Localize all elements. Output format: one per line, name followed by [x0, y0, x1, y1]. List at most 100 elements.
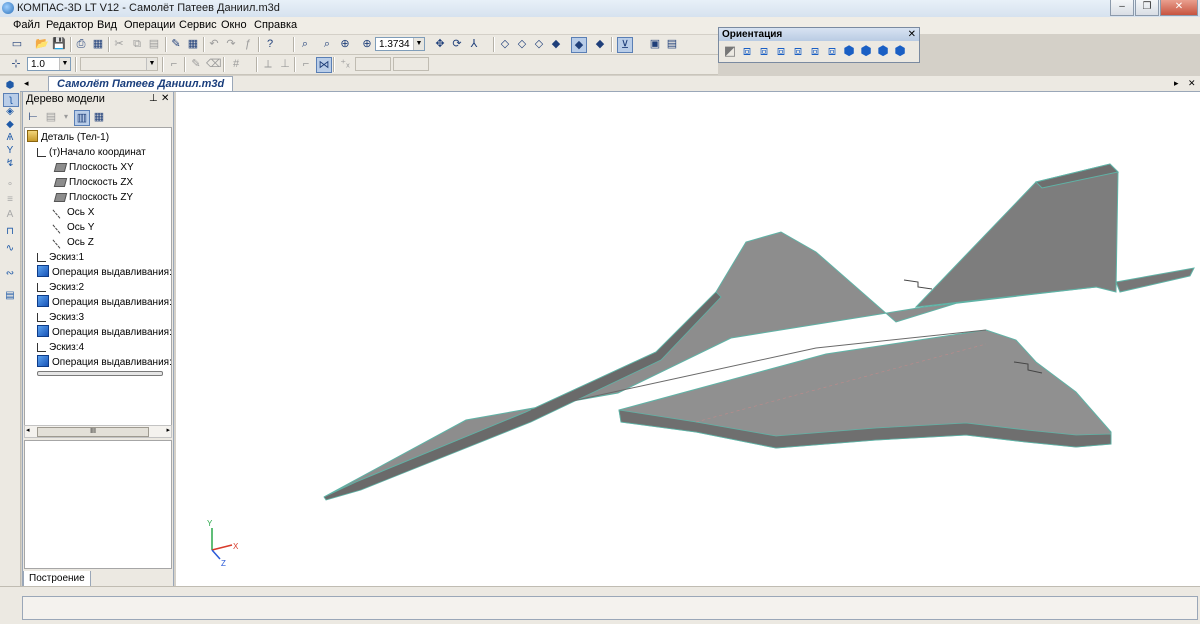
specification-icon[interactable]: ∾: [3, 268, 17, 280]
filters-icon[interactable]: Y: [3, 145, 17, 157]
point-icon[interactable]: ∘: [3, 179, 17, 191]
right-view-icon[interactable]: ⧈: [825, 44, 839, 58]
snap-icon[interactable]: ⌐: [299, 57, 313, 71]
tree-node-extrude-2[interactable]: Операция выдавливания:2: [37, 295, 171, 310]
thin-hidden-lines-icon[interactable]: ◇: [532, 37, 546, 51]
save-icon[interactable]: 💾: [52, 37, 66, 51]
grid-icon[interactable]: #: [229, 57, 243, 71]
maximize-button[interactable]: ❐: [1135, 0, 1159, 16]
chevron-down-icon[interactable]: ▼: [59, 58, 70, 70]
edit-sketch-icon[interactable]: ✎: [189, 57, 203, 71]
coord-y-field[interactable]: [393, 57, 429, 71]
tree-node-plane-xy[interactable]: Плоскость XY: [53, 160, 134, 175]
front-view-icon[interactable]: ⧈: [740, 44, 754, 58]
rotate-icon[interactable]: ⟳: [450, 37, 464, 51]
dimensions-icon[interactable]: Ѧ: [3, 132, 17, 144]
tree-node-origin[interactable]: (т)Начало координат: [37, 145, 146, 160]
hidden-lines-icon[interactable]: ◇: [515, 37, 529, 51]
menu-window[interactable]: Окно: [221, 19, 247, 31]
tree-hscrollbar[interactable]: ◂ III ▸: [24, 425, 172, 438]
menu-operations[interactable]: Операции: [124, 19, 175, 31]
step-icon[interactable]: ⊹: [9, 57, 23, 71]
select-icon[interactable]: ⌐: [167, 57, 181, 71]
report-icon[interactable]: ▤: [3, 290, 17, 302]
tree-node-axis-x[interactable]: Ось X: [52, 204, 94, 220]
coords-icon[interactable]: ⁺ₓ: [338, 57, 352, 71]
text-icon[interactable]: A: [3, 209, 17, 221]
help-pointer-icon[interactable]: ?: [263, 37, 277, 51]
properties-icon[interactable]: ✎: [169, 37, 183, 51]
halftone-icon[interactable]: ◆: [549, 37, 563, 51]
zoom-window-icon[interactable]: ⌕: [320, 37, 334, 51]
open-file-icon[interactable]: 📂: [35, 37, 49, 51]
tab-scroll-right-icon[interactable]: ▸: [1174, 76, 1179, 90]
redo-icon[interactable]: ↷: [224, 37, 238, 51]
menu-help[interactable]: Справка: [254, 19, 297, 31]
tree-relations-icon[interactable]: ▦: [92, 110, 106, 124]
dimetric-icon[interactable]: ⬢: [893, 44, 907, 58]
close-icon[interactable]: ✕: [908, 28, 916, 41]
zoom-scale-icon[interactable]: ⊕: [360, 37, 374, 51]
coord-x-field[interactable]: [355, 57, 391, 71]
close-button[interactable]: ✕: [1160, 0, 1198, 16]
layer-combo[interactable]: ▼: [80, 57, 158, 71]
new-file-icon[interactable]: ▭: [10, 37, 24, 51]
editing-operations-icon[interactable]: ⬢: [3, 80, 17, 92]
isometric-zxy-icon[interactable]: ⬢: [876, 44, 890, 58]
tree-structure-icon[interactable]: ⊢: [26, 110, 40, 124]
isometric-yzx-icon[interactable]: ⬢: [859, 44, 873, 58]
zoom-in-icon[interactable]: ⊕: [338, 37, 352, 51]
tree-node-sketch-1[interactable]: Эскиз:1: [37, 250, 84, 265]
halftone-edges-icon[interactable]: ◆: [571, 37, 587, 53]
perspective-icon[interactable]: ◆: [593, 37, 607, 51]
wireframe-icon[interactable]: ◇: [498, 37, 512, 51]
orient-axes-icon[interactable]: ⅄: [467, 37, 481, 51]
tree-list-icon[interactable]: ▥: [74, 110, 90, 126]
left-view-icon[interactable]: ⧈: [808, 44, 822, 58]
hatch-icon[interactable]: ≡: [3, 194, 17, 206]
library-icon[interactable]: ▤: [665, 37, 679, 51]
surfaces-icon[interactable]: ◆: [3, 119, 17, 131]
zoom-icon[interactable]: ⌕: [298, 37, 312, 51]
tree-node-sketch-3[interactable]: Эскиз:3: [37, 310, 84, 325]
calculator-icon[interactable]: ▦: [186, 37, 200, 51]
manager-icon[interactable]: ▣: [648, 37, 662, 51]
chevron-down-icon[interactable]: ▾: [59, 110, 73, 124]
tab-document[interactable]: Самолёт Патеев Даниил.m3d: [48, 76, 234, 91]
paste-icon[interactable]: ▤: [147, 37, 161, 51]
sketch-tools-icon[interactable]: ʅ: [3, 93, 19, 107]
tree-node-extrude-3[interactable]: Операция выдавливания:3: [37, 325, 171, 340]
cut-icon[interactable]: ✂: [112, 37, 126, 51]
snaps-on-icon[interactable]: ⋈: [316, 57, 332, 73]
minimize-button[interactable]: ‒: [1110, 0, 1134, 16]
copy-icon[interactable]: ⧉: [130, 37, 144, 51]
preview-icon[interactable]: ▦: [91, 37, 105, 51]
tree-node-axis-y[interactable]: Ось Y: [52, 219, 94, 235]
local-cs-icon[interactable]: ⟂: [261, 57, 275, 71]
menu-service[interactable]: Сервис: [179, 19, 217, 31]
print-icon[interactable]: ⎙: [74, 37, 88, 51]
top-view-icon[interactable]: ⧈: [774, 44, 788, 58]
tab-close-icon[interactable]: ✕: [1188, 76, 1196, 90]
pin-icon[interactable]: ⊥: [149, 92, 158, 106]
menu-file[interactable]: Файл: [13, 19, 40, 31]
tree-filter-icon[interactable]: ⊻: [617, 37, 633, 53]
tree-view-icon[interactable]: ▤: [44, 110, 58, 124]
tree-node-sketch-4[interactable]: Эскиз:4: [37, 340, 84, 355]
pan-icon[interactable]: ✥: [433, 37, 447, 51]
scroll-thumb[interactable]: III: [37, 427, 149, 437]
chevron-down-icon[interactable]: ▼: [146, 58, 157, 70]
step-combo[interactable]: 1.0 ▼: [27, 57, 71, 71]
chevron-down-icon[interactable]: ▼: [413, 38, 424, 50]
back-view-icon[interactable]: ⧈: [757, 44, 771, 58]
auxiliary-geometry-icon[interactable]: ◈: [3, 106, 17, 118]
model-viewport[interactable]: Y X Z: [176, 92, 1200, 586]
tab-construction[interactable]: Построение: [23, 571, 91, 587]
function-icon[interactable]: ƒ: [241, 37, 255, 51]
menu-view[interactable]: Вид: [97, 19, 117, 31]
eraser-icon[interactable]: ⌫: [206, 57, 222, 71]
tree-node-sketch-2[interactable]: Эскиз:2: [37, 280, 84, 295]
tree-node-plane-zx[interactable]: Плоскость ZX: [53, 175, 133, 190]
scroll-left-icon[interactable]: ◂: [26, 426, 30, 434]
measure-icon[interactable]: ↯: [3, 158, 17, 170]
